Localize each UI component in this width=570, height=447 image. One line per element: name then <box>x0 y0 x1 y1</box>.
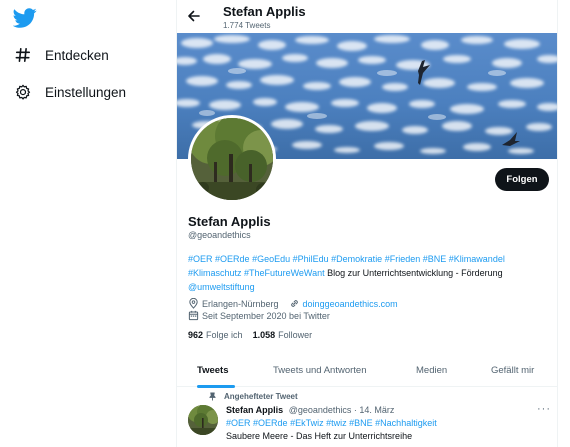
following-count-link[interactable]: 962 Folge ich <box>188 330 243 340</box>
following-label: Folge ich <box>206 330 243 340</box>
tweet-count: 1.774 Tweets <box>223 21 271 30</box>
calendar-icon <box>188 310 199 321</box>
bio-line: #OER #OERde #GeoEdu #PhilEdu #Demokratie… <box>188 252 550 266</box>
tweet-header: Stefan Applis @geoandethics · 14. März <box>226 405 394 415</box>
bio-line: @umweltstiftung <box>188 280 550 294</box>
hashtag-link[interactable]: #OER <box>188 254 213 264</box>
sidebar-item-label: Entdecken <box>45 47 109 63</box>
tweet-author-handle[interactable]: @geoandethics <box>289 405 352 415</box>
hashtag-link[interactable]: #OERde <box>215 254 250 264</box>
hashtag-link[interactable]: #OERde <box>253 418 288 428</box>
profile-tabs: Tweets Tweets und Antworten Medien Gefäl… <box>177 354 557 387</box>
tweet-author-avatar[interactable] <box>188 405 218 435</box>
profile-meta-row: Erlangen-Nürnberg doinggeoandethics.com <box>188 298 398 309</box>
profile-header-bar: Stefan Applis 1.774 Tweets <box>177 0 557 33</box>
pinned-label: Angehefteter Tweet <box>224 392 298 401</box>
hashtag-link[interactable]: #Frieden <box>385 254 421 264</box>
profile-name: Stefan Applis <box>188 214 271 229</box>
pin-icon <box>208 392 217 401</box>
hashtag-icon <box>14 46 32 64</box>
more-options-icon[interactable]: ··· <box>537 403 551 415</box>
tab-likes[interactable]: Gefällt mir <box>491 354 534 387</box>
profile-joined-date: Seit September 2020 bei Twitter <box>202 310 330 321</box>
tab-tweets-and-replies[interactable]: Tweets und Antworten <box>273 354 366 387</box>
hashtag-link[interactable]: #OER <box>226 418 251 428</box>
twitter-bird-icon[interactable] <box>12 6 37 30</box>
bio-line: #Klimaschutz #TheFutureWeWant Blog zur U… <box>188 266 550 280</box>
hashtag-link[interactable]: #twiz <box>326 418 347 428</box>
sidebar-item-explore[interactable]: Entdecken <box>14 43 109 67</box>
profile-column: Stefan Applis 1.774 Tweets Folgen Stefan… <box>176 0 558 447</box>
profile-website-link[interactable]: doinggeoandethics.com <box>303 299 398 309</box>
hashtag-link[interactable]: #PhilEdu <box>293 254 329 264</box>
follow-counts: 962 Folge ich 1.058 Follower <box>188 330 312 340</box>
tweet-date[interactable]: 14. März <box>359 405 394 415</box>
hashtag-link[interactable]: #Nachhaltigkeit <box>375 418 437 428</box>
hashtag-link[interactable]: #Klimaschutz <box>188 268 242 278</box>
tweet-author-name[interactable]: Stefan Applis <box>226 405 283 415</box>
tweet-separator: · <box>353 405 357 415</box>
profile-handle: @geoandethics <box>188 230 251 240</box>
follow-button[interactable]: Folgen <box>495 168 549 191</box>
hashtag-link[interactable]: #BNE <box>423 254 447 264</box>
active-tab-indicator <box>197 385 235 388</box>
hashtag-link[interactable]: #BNE <box>349 418 373 428</box>
bio-text: Blog zur Unterrichtsentwicklung - Förder… <box>327 268 503 278</box>
followers-count: 1.058 <box>252 330 276 340</box>
hashtag-link[interactable]: #Klimawandel <box>449 254 505 264</box>
hashtag-link[interactable]: #TheFutureWeWant <box>244 268 325 278</box>
gear-icon <box>14 83 32 101</box>
tab-tweets[interactable]: Tweets <box>197 354 229 387</box>
hashtag-link[interactable]: #Demokratie <box>331 254 382 264</box>
following-count: 962 <box>188 330 204 340</box>
profile-avatar[interactable] <box>188 115 276 203</box>
profile-bio: #OER #OERde #GeoEdu #PhilEdu #Demokratie… <box>188 252 550 294</box>
followers-label: Follower <box>278 330 313 340</box>
followers-count-link[interactable]: 1.058 Follower <box>253 330 313 340</box>
page-title: Stefan Applis <box>223 4 306 19</box>
profile-meta-row: Seit September 2020 bei Twitter <box>188 310 330 321</box>
tweet-hashtags: #OER #OERde #EkTwiz #twiz #BNE #Nachhalt… <box>226 418 437 428</box>
hashtag-link[interactable]: #GeoEdu <box>252 254 290 264</box>
sidebar-item-settings[interactable]: Einstellungen <box>14 80 126 104</box>
back-arrow-icon[interactable] <box>186 8 202 24</box>
location-pin-icon <box>188 298 199 309</box>
mention-link[interactable]: @umweltstiftung <box>188 282 255 292</box>
profile-location: Erlangen-Nürnberg <box>202 298 279 309</box>
pinned-tweet-indicator: Angehefteter Tweet <box>208 392 298 401</box>
link-icon <box>289 298 300 309</box>
sidebar-item-label: Einstellungen <box>45 84 127 100</box>
tweet-text: Saubere Meere - Das Heft zur Unterrichts… <box>226 431 413 441</box>
sidebar: Entdecken Einstellungen <box>0 0 175 447</box>
hashtag-link[interactable]: #EkTwiz <box>290 418 324 428</box>
tab-media[interactable]: Medien <box>416 354 447 387</box>
